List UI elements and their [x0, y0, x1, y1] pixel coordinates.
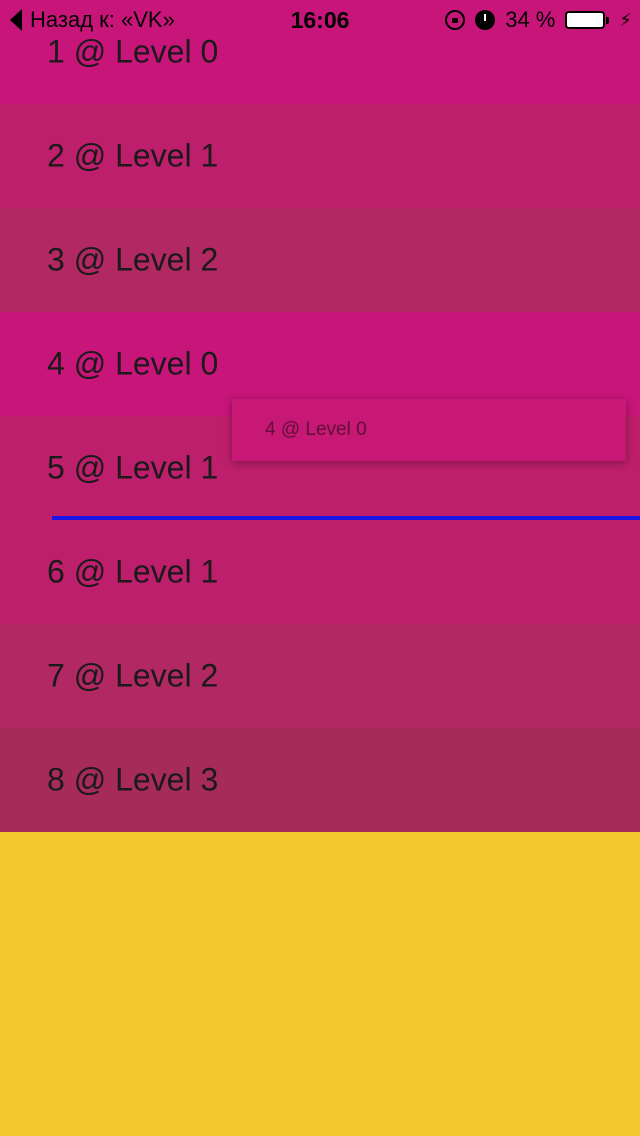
- empty-area: [0, 832, 640, 1136]
- list-item[interactable]: 2 @ Level 1: [0, 104, 640, 208]
- alarm-icon: [475, 10, 496, 30]
- status-bar: Назад к: «VK» 16:06 34 % ⚡: [0, 0, 640, 40]
- list-item-label: 6 @ Level 1: [47, 553, 219, 590]
- drop-indicator-line: [52, 516, 640, 520]
- drag-ghost-item[interactable]: 4 @ Level 0: [232, 399, 626, 461]
- list-item-label: 3 @ Level 2: [47, 241, 219, 278]
- list-item-label: 4 @ Level 0: [47, 345, 219, 382]
- list-item-label: 2 @ Level 1: [47, 137, 219, 174]
- list-item-label: 8 @ Level 3: [47, 761, 219, 798]
- list-item-label: 5 @ Level 1: [47, 449, 219, 486]
- list-item[interactable]: 8 @ Level 3: [0, 728, 640, 832]
- list-item[interactable]: 6 @ Level 1: [0, 520, 640, 624]
- battery-percent: 34 %: [505, 7, 556, 32]
- list-item-label: 7 @ Level 2: [47, 657, 219, 694]
- orientation-lock-icon: [445, 10, 466, 30]
- screen: 1 @ Level 0 2 @ Level 1 3 @ Level 2 4 @ …: [0, 0, 640, 1136]
- battery-icon: [565, 11, 610, 29]
- list-item[interactable]: 7 @ Level 2: [0, 624, 640, 728]
- charging-bolt-icon: ⚡: [619, 10, 632, 30]
- drag-ghost-label: 4 @ Level 0: [265, 419, 367, 440]
- battery-tip: [606, 16, 610, 24]
- list-item[interactable]: 3 @ Level 2: [0, 208, 640, 312]
- status-indicators: 34 % ⚡: [445, 7, 632, 33]
- battery-body: [565, 11, 606, 29]
